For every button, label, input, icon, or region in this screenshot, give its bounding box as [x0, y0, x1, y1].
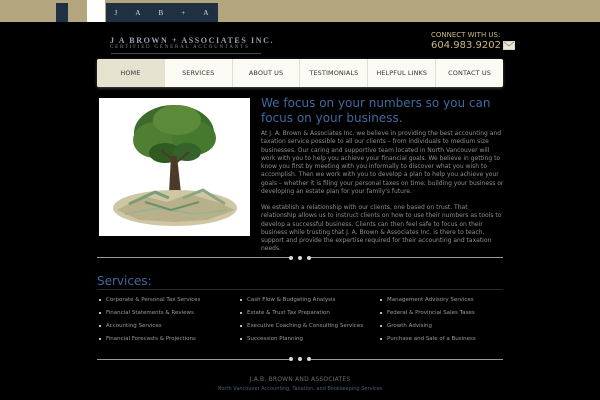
contact-block: CONNECT WITH US: 604.983.9202 — [431, 31, 515, 51]
contact-label: CONNECT WITH US: — [431, 31, 501, 39]
footer-tagline: North Vancouver Accounting, Taxation, an… — [217, 386, 383, 392]
logo-letter: J — [114, 8, 119, 17]
service-item[interactable]: Accounting Services — [99, 319, 200, 332]
service-item[interactable]: Growth Advising — [380, 319, 476, 332]
services-column-2: Cash Flow & Budgeting Analysis Estate & … — [240, 293, 363, 345]
contact-phone-row: 604.983.9202 — [431, 40, 515, 51]
logo-letter: + — [181, 8, 187, 17]
nav-about-us[interactable]: ABOUT US — [233, 59, 301, 87]
logo-letter: A — [203, 8, 210, 17]
service-item[interactable]: Federal & Provincial Sales Taxes — [380, 306, 476, 319]
footer-divider-dots — [289, 356, 311, 362]
service-item[interactable]: Management Advisory Services — [380, 293, 476, 306]
intro-paragraph-2: We establish a relationship with our cli… — [261, 204, 502, 253]
money-pile — [113, 188, 237, 226]
intro-headline: We focus on your numbers so you can focu… — [261, 96, 491, 125]
logo-tab-white — [87, 0, 105, 22]
main-nav: HOME SERVICES ABOUT US TESTIMONIALS HELP… — [97, 59, 503, 87]
brand-divider — [111, 53, 261, 54]
logo-tab-left — [56, 3, 68, 22]
company-name: J A BROWN + ASSOCIATES INC. — [110, 36, 275, 45]
nav-contact-us[interactable]: CONTACT US — [436, 59, 503, 87]
service-item[interactable]: Executive Coaching & Consulting Services — [240, 319, 363, 332]
services-column-3: Management Advisory Services Federal & P… — [380, 293, 476, 345]
nav-services[interactable]: SERVICES — [165, 59, 233, 87]
brand-logo[interactable]: J A BROWN + ASSOCIATES INC. CERTIFIED GE… — [110, 36, 274, 50]
service-item[interactable]: Corporate & Personal Tax Services — [99, 293, 200, 306]
logo-letter: B — [158, 8, 165, 17]
intro-paragraph-1: At J. A. Brown & Associates Inc. we beli… — [261, 130, 504, 196]
services-title: Services: — [97, 274, 152, 288]
nav-helpful-links[interactable]: HELPFUL LINKS — [368, 59, 437, 87]
service-item[interactable]: Succession Planning — [240, 332, 363, 345]
envelope-icon[interactable] — [502, 41, 515, 50]
phone-number[interactable]: 604.983.9202 — [431, 40, 501, 51]
services-rule — [97, 289, 503, 290]
logo-tab-letters[interactable]: J A B + A — [106, 3, 218, 22]
nav-testimonials[interactable]: TESTIMONIALS — [300, 59, 369, 87]
service-item[interactable]: Cash Flow & Budgeting Analysis — [240, 293, 363, 306]
footer-company: J.A.B. BROWN AND ASSOCIATES — [249, 376, 351, 383]
services-column-1: Corporate & Personal Tax Services Financ… — [99, 293, 200, 345]
company-subtitle: CERTIFIED GENERAL ACCOUNTANTS — [110, 45, 250, 50]
service-item[interactable]: Financial Forecasts & Projections — [99, 332, 200, 345]
service-item[interactable]: Financial Statements & Reviews — [99, 306, 200, 319]
logo-letter: A — [135, 8, 142, 17]
divider-dots — [289, 255, 311, 261]
nav-home[interactable]: HOME — [97, 59, 165, 87]
money-tree-photo — [99, 98, 250, 236]
service-item[interactable]: Estate & Trust Tax Preparation — [240, 306, 363, 319]
tree-canopy — [133, 105, 216, 163]
service-item[interactable]: Purchase and Sale of a Business — [380, 332, 476, 345]
